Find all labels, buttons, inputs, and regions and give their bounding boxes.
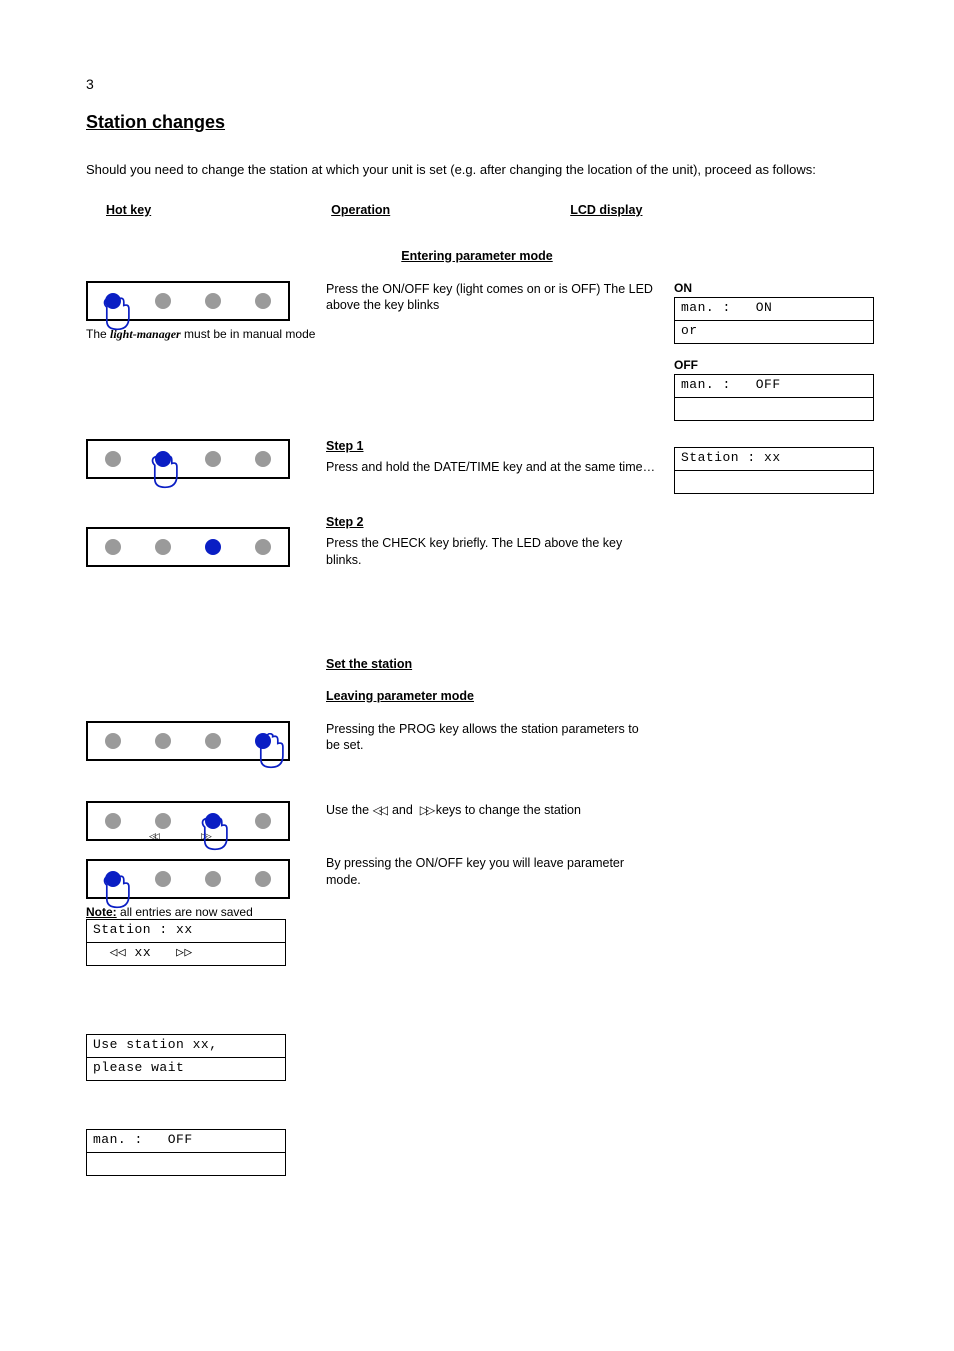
lcd-label-on: ON — [674, 281, 884, 295]
key-datetime[interactable] — [155, 871, 171, 887]
key-prog[interactable] — [255, 293, 271, 309]
rewind-icon: ◁◁ — [373, 803, 385, 817]
op-text-exit: By pressing the ON/OFF key you will leav… — [326, 855, 656, 889]
column-headers: Hot key Operation LCD display — [86, 203, 868, 217]
key-forward[interactable]: ▷▷ — [205, 813, 221, 829]
lcd-final: man. : OFF — [86, 1129, 286, 1176]
key-datetime[interactable] — [155, 733, 171, 749]
key-onoff[interactable] — [105, 813, 121, 829]
step2-label: Step 2 — [326, 515, 656, 529]
panel-check — [86, 527, 290, 567]
key-prog[interactable] — [255, 871, 271, 887]
key-onoff[interactable] — [105, 733, 121, 749]
step-row-onoff: The light-manager must be in manual mode… — [86, 281, 868, 421]
key-rewind[interactable]: ◁◁ — [155, 813, 171, 829]
panel-caption: The light-manager must be in manual mode — [86, 327, 326, 342]
op-text-arrows: Use the ◁◁ and ▷▷ keys to change the sta… — [326, 802, 656, 819]
key-check[interactable] — [205, 539, 221, 555]
lcd-station-1: Station : xx — [674, 447, 874, 494]
col-operation: Operation — [331, 203, 390, 217]
key-onoff[interactable] — [105, 451, 121, 467]
key-onoff[interactable] — [105, 539, 121, 555]
key-prog[interactable] — [255, 813, 271, 829]
panel-prog — [86, 721, 290, 761]
key-onoff[interactable] — [105, 293, 121, 309]
page-title: Station changes — [86, 112, 868, 133]
key-check[interactable] — [205, 871, 221, 887]
forward-icon: ▷▷ — [201, 831, 209, 842]
op-text-2a: Press and hold the DATE/TIME key and at … — [326, 459, 656, 476]
lcd-off: man. : OFF — [674, 374, 874, 421]
section-heading-leave: Leaving parameter mode — [326, 689, 868, 703]
page-number: 3 — [86, 76, 868, 92]
section-heading-entering: Entering parameter mode — [86, 249, 868, 263]
key-check[interactable] — [205, 293, 221, 309]
step-row-datetime: Step 1 Press and hold the DATE/TIME key … — [86, 439, 868, 639]
col-lcd: LCD display — [570, 203, 642, 217]
intro-text: Should you need to change the station at… — [86, 161, 868, 179]
step-row-prog: ◁◁ ▷▷ Note: — [86, 721, 868, 1176]
key-datetime[interactable] — [155, 293, 171, 309]
lcd-hint: Use station xx, please wait — [86, 1034, 286, 1081]
key-check[interactable] — [205, 451, 221, 467]
key-check[interactable] — [205, 733, 221, 749]
key-datetime[interactable] — [155, 451, 171, 467]
key-prog[interactable] — [255, 451, 271, 467]
section-heading-set: Set the station — [326, 657, 868, 671]
lcd-label-off: OFF — [674, 358, 884, 372]
rewind-icon: ◁◁ — [149, 831, 157, 842]
op-text-1: Press the ON/OFF key (light comes on or … — [326, 281, 656, 315]
note-caption: Note: all entries are now saved — [86, 905, 326, 919]
key-datetime[interactable] — [155, 539, 171, 555]
key-onoff[interactable] — [105, 871, 121, 887]
panel-onoff — [86, 281, 290, 321]
panel-datetime — [86, 439, 290, 479]
lcd-station-set: Station : xx ◁◁ xx ▷▷ — [86, 919, 286, 966]
key-prog[interactable] — [255, 733, 271, 749]
forward-icon: ▷▷ — [420, 803, 432, 817]
col-hotkey: Hot key — [106, 203, 151, 217]
op-text-prog: Pressing the PROG key allows the station… — [326, 721, 656, 755]
step1-label: Step 1 — [326, 439, 656, 453]
op-text-2b: Press the CHECK key briefly. The LED abo… — [326, 535, 656, 569]
panel-arrows: ◁◁ ▷▷ — [86, 801, 290, 841]
page-content: 3 Station changes Should you need to cha… — [86, 76, 868, 1194]
lcd-on: man. : ON or — [674, 297, 874, 344]
key-prog[interactable] — [255, 539, 271, 555]
panel-exit — [86, 859, 290, 899]
